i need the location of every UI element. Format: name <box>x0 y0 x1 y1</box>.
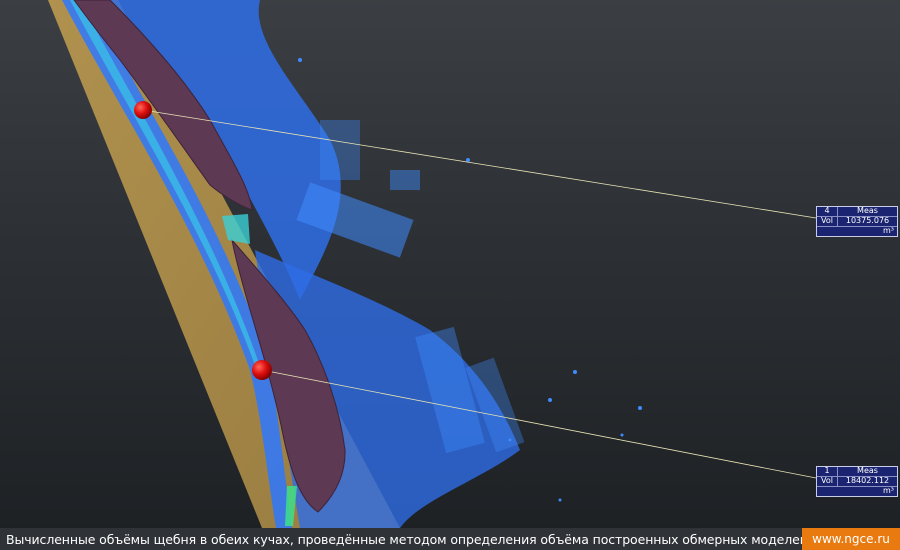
measurement-panel-upper[interactable]: 4 Meas Vol 10375.076 m³ <box>816 206 898 237</box>
measurement-panel-lower[interactable]: 1 Meas Vol 18402.112 m³ <box>816 466 898 497</box>
meas-value: 18402.112 <box>845 477 890 485</box>
meas-id: 4 <box>817 207 838 216</box>
meas-unit: m³ <box>883 227 894 235</box>
meas-value: 10375.076 <box>845 217 890 225</box>
3d-viewport[interactable] <box>0 0 900 550</box>
marker-lower[interactable] <box>252 360 272 380</box>
caption-bar: Вычисленные объёмы щебня в обеих кучах, … <box>0 528 900 550</box>
meas-id: 1 <box>817 467 838 476</box>
meas-header: Meas <box>857 207 878 215</box>
meas-label: Vol <box>817 217 838 226</box>
meas-label: Vol <box>817 477 838 486</box>
meas-header: Meas <box>857 467 878 475</box>
marker-upper[interactable] <box>134 101 152 119</box>
caption-text: Вычисленные объёмы щебня в обеих кучах, … <box>6 531 802 547</box>
site-link[interactable]: www.ngce.ru <box>802 528 900 550</box>
meas-unit: m³ <box>883 487 894 495</box>
